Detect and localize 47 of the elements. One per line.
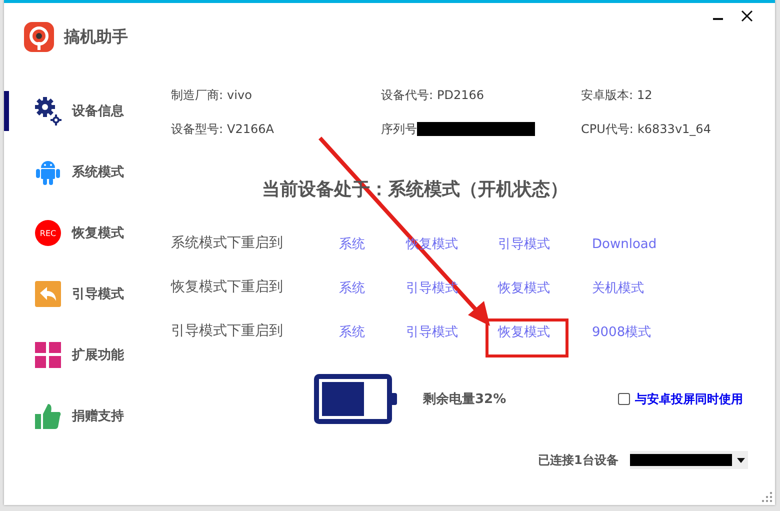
row-label: 系统模式下重启到 bbox=[171, 234, 284, 253]
checkbox[interactable] bbox=[618, 393, 630, 405]
info-value: vivo bbox=[227, 88, 252, 102]
info-value: 12 bbox=[637, 88, 652, 102]
checkbox-label[interactable]: 与安卓投屏同时使用 bbox=[635, 390, 744, 408]
info-label: 制造厂商: bbox=[171, 86, 224, 104]
reboot-link[interactable]: 关机模式 bbox=[592, 279, 775, 297]
sidebar-item[interactable]: REC 恢复模式 bbox=[4, 213, 154, 253]
info-label: 设备代号: bbox=[381, 86, 434, 104]
app-logo-icon bbox=[24, 22, 54, 52]
sidebar-item[interactable]: 引导模式 bbox=[4, 274, 154, 314]
minimize-icon bbox=[713, 18, 723, 20]
reboot-link[interactable]: 引导模式 bbox=[498, 235, 592, 253]
reboot-link[interactable]: 恢复模式 bbox=[498, 323, 592, 341]
reboot-link[interactable]: 系统 bbox=[339, 279, 406, 297]
reboot-link[interactable]: 恢复模式 bbox=[498, 279, 592, 297]
row-label: 引导模式下重启到 bbox=[171, 322, 284, 341]
thumbs-up-icon bbox=[34, 402, 62, 430]
sidebar-item[interactable]: 捐赠支持 bbox=[4, 396, 154, 436]
info-label: 设备型号: bbox=[171, 120, 224, 138]
reboot-link[interactable]: 系统 bbox=[339, 323, 406, 341]
device-dropdown[interactable] bbox=[630, 451, 748, 469]
info-value: k6833v1_64 bbox=[637, 122, 711, 136]
android-icon bbox=[34, 158, 62, 186]
reboot-link[interactable]: Download bbox=[592, 236, 775, 252]
row-label: 恢复模式下重启到 bbox=[171, 278, 284, 297]
grid-icon bbox=[34, 342, 62, 368]
connection-status: 已连接1台设备 bbox=[538, 452, 620, 468]
reboot-link[interactable]: 系统 bbox=[339, 235, 406, 253]
info-label: 安卓版本: bbox=[581, 86, 634, 104]
record-icon: REC bbox=[35, 220, 61, 246]
info-label: 序列号 bbox=[381, 120, 417, 138]
close-button[interactable] bbox=[739, 8, 755, 24]
reboot-link[interactable]: 9008模式 bbox=[592, 323, 775, 341]
info-value: V2166A bbox=[227, 122, 274, 136]
battery-label: 剩余电量32% bbox=[423, 391, 506, 408]
resize-grip-icon bbox=[762, 492, 772, 502]
gears-icon bbox=[34, 96, 62, 126]
reboot-link[interactable]: 引导模式 bbox=[406, 323, 498, 341]
sidebar-item[interactable]: 系统模式 bbox=[4, 152, 154, 192]
app-title: 搞机助手 bbox=[64, 26, 128, 48]
caret-icon bbox=[737, 458, 745, 462]
info-label: CPU代号: bbox=[581, 120, 634, 138]
close-icon bbox=[741, 10, 753, 22]
sidebar-item[interactable]: 扩展功能 bbox=[4, 335, 154, 375]
info-value: PD2166 bbox=[437, 88, 484, 102]
sidebar-item[interactable]: 设备信息 bbox=[4, 91, 154, 131]
